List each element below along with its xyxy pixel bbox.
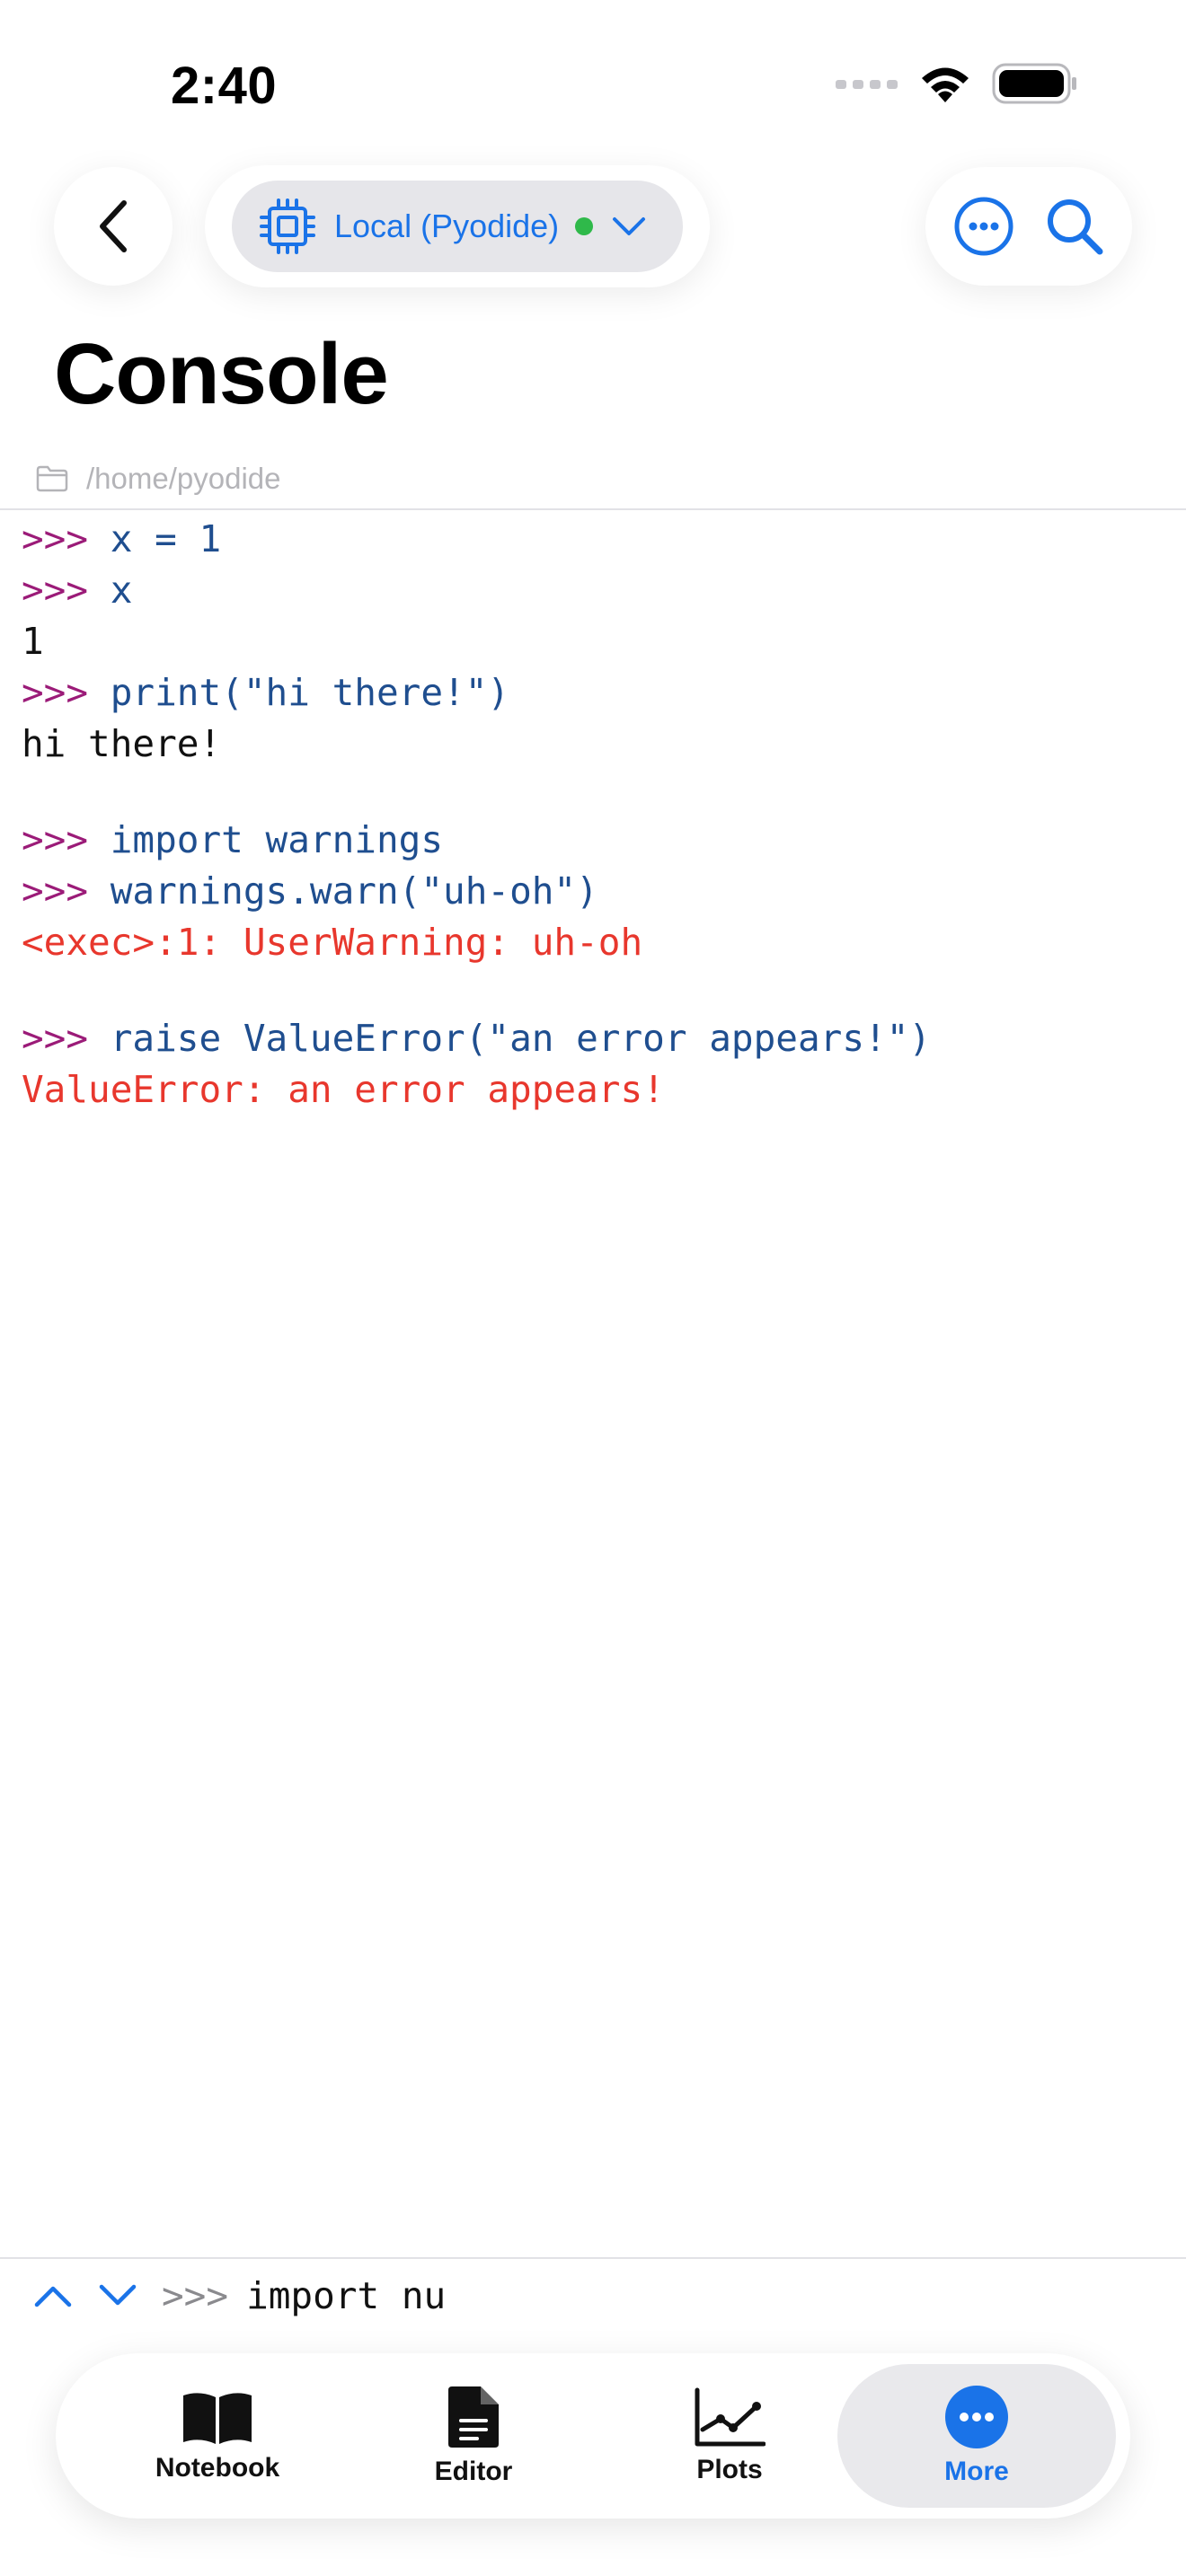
header-divider [0,508,1186,510]
status-indicators [836,63,1078,104]
kernel-selector-container: Local (Pyodide) [205,165,710,287]
history-up-icon[interactable] [32,2282,74,2309]
chevron-down-icon [613,217,646,235]
page-title: Console [54,326,389,422]
console-input-field[interactable]: import nu [246,2274,446,2317]
console-input-text: x [110,569,133,612]
tab-label: More [944,2457,1009,2486]
battery-icon [992,63,1076,104]
console-line: >>> import warnings [22,815,1172,866]
folder-icon [36,465,68,492]
console-output: >>> x = 1 >>> x 1 >>> print("hi there!")… [22,514,1172,1116]
console-prompt: >>> [22,671,89,714]
history-down-icon[interactable] [97,2282,138,2309]
console-prompt: >>> [22,1017,89,1060]
cpu-chip-icon [260,198,315,254]
console-input-bar: >>> import nu [32,2274,446,2317]
console-input-text: warnings.warn("uh-oh") [110,869,598,913]
kernel-selector-button[interactable]: Local (Pyodide) [232,181,683,272]
console-line: >>> raise ValueError("an error appears!"… [22,1013,1172,1064]
console-output-text: hi there! [22,722,222,765]
console-line: >>> x [22,565,1172,616]
tab-notebook[interactable]: Notebook [83,2364,352,2508]
console-line: >>> print("hi there!") [22,667,1172,719]
input-divider [0,2257,1186,2259]
console-prompt: >>> [22,517,89,560]
back-button[interactable] [54,167,173,286]
console-input-text: import warnings [110,818,444,861]
console-error-text: ValueError: an error appears! [22,1068,665,1111]
toolbar-actions [925,167,1132,286]
more-circle-icon [945,2386,1008,2448]
tab-label: Plots [696,2455,763,2484]
console-input-text: print("hi there!") [110,671,510,714]
console-prompt: >>> [22,569,89,612]
chart-line-icon [695,2387,766,2447]
tab-plots[interactable]: Plots [595,2364,864,2508]
console-warning-text: <exec>:1: UserWarning: uh-oh [22,921,643,964]
console-prompt: >>> [22,818,89,861]
console-line: >>> warnings.warn("uh-oh") [22,866,1172,917]
tab-more[interactable]: More [837,2364,1116,2508]
kernel-label: Local (Pyodide) [334,207,560,244]
chevron-left-icon [100,200,127,252]
kernel-status-dot [575,217,594,235]
working-directory: /home/pyodide [36,462,280,496]
search-icon[interactable] [1044,196,1105,257]
document-icon [448,2386,499,2448]
console-input-text: raise ValueError("an error appears!") [110,1017,932,1060]
tab-label: Editor [434,2457,513,2486]
input-prompt: >>> [162,2274,229,2317]
status-time: 2:40 [171,57,278,115]
tab-bar: Notebook Editor Plots More [56,2353,1130,2519]
console-line: >>> x = 1 [22,514,1172,565]
tab-editor[interactable]: Editor [339,2364,608,2508]
book-icon [183,2393,252,2444]
console-input-text: x = 1 [110,517,222,560]
console-prompt: >>> [22,869,89,913]
console-output-text: 1 [22,620,44,663]
more-options-icon[interactable] [953,196,1014,257]
tab-label: Notebook [155,2453,280,2483]
cellular-signal-icon [836,80,898,89]
wifi-icon [922,67,969,102]
working-directory-path: /home/pyodide [86,462,281,495]
